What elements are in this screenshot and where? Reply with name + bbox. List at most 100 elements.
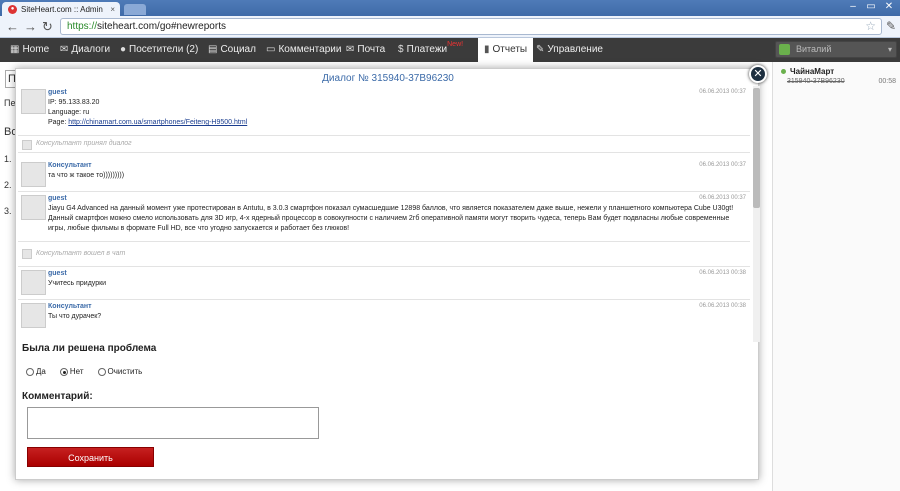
radio-clear[interactable]: Очистить	[97, 367, 143, 376]
chat-message: Консультант 06.06.2013 00:37 та что ж та…	[18, 159, 750, 192]
reports-chart-icon: ▮	[484, 44, 490, 55]
browser-tab[interactable]: ● SiteHeart.com :: Admin ×	[2, 2, 120, 16]
back-icon[interactable]: ←	[6, 19, 19, 34]
online-dot-icon	[781, 69, 786, 74]
close-icon[interactable]: ✕	[749, 65, 767, 83]
message-time: 06.06.2013 00:38	[699, 303, 746, 309]
radio-label: Очистить	[107, 367, 143, 376]
message-author: guest	[48, 89, 67, 96]
avatar	[21, 162, 46, 187]
menu-label: Посетители (2)	[129, 44, 199, 55]
radio-circle[interactable]	[59, 367, 68, 376]
radio-no[interactable]: Нет	[59, 367, 84, 376]
message-text: та что ж такое то)))))))))	[48, 172, 125, 179]
user-name: Виталий	[796, 44, 832, 54]
resolved-radio-group: Да Нет Очистить	[26, 367, 142, 376]
user-status-select[interactable]: Виталий ▾	[775, 41, 897, 58]
message-time: 06.06.2013 00:37	[699, 162, 746, 168]
chat-status-icon	[779, 44, 790, 55]
message-text: IP: 95.133.83.20 Language: ru Page: http…	[48, 98, 748, 128]
window-close-icon[interactable]: ✕	[882, 1, 896, 12]
new-tab-button[interactable]	[124, 4, 146, 15]
dialogs-icon: ✉	[60, 44, 69, 55]
chat-message: guest 06.06.2013 00:37 Jiayu G4 Advanced…	[18, 192, 750, 242]
menu-item-home[interactable]: ▦ Home	[10, 38, 49, 62]
menu-item-visitors[interactable]: ● Посетители (2)	[120, 38, 198, 62]
menu-item-management[interactable]: ✎ Управление	[536, 38, 603, 62]
menu-item-social[interactable]: ▤ Социал	[208, 38, 256, 62]
settings-wrench-icon[interactable]: ✎	[886, 19, 896, 33]
scrollbar-thumb[interactable]	[753, 88, 760, 208]
system-message: Консультант принял диалог	[18, 136, 750, 153]
minimize-icon[interactable]: –	[846, 1, 860, 12]
menu-label: Отчеты	[492, 44, 528, 55]
dialog-modal: Диалог № 315940-37B96230 ✕ guest 06.06.2…	[15, 65, 767, 480]
address-bar[interactable]: https://siteheart.com/go#newreports ☆	[60, 18, 882, 35]
menu-label: Home	[22, 44, 50, 55]
menu-item-comments[interactable]: ▭ Комментарии	[266, 38, 341, 62]
siteheart-favicon-icon: ●	[8, 4, 17, 14]
message-line: IP: 95.133.83.20	[48, 99, 100, 106]
chat-time: 00:58	[878, 78, 896, 85]
message-author: guest	[48, 195, 67, 202]
radio-yes[interactable]: Да	[26, 367, 46, 376]
system-icon	[22, 140, 32, 150]
comment-label: Комментарий:	[22, 391, 93, 402]
menu-item-dialogs[interactable]: ✉ Диалоги	[60, 38, 110, 62]
radio-circle[interactable]	[97, 367, 106, 376]
bg-text: Пе	[4, 98, 16, 108]
url-scheme: https://	[67, 21, 98, 32]
forward-icon[interactable]: →	[24, 19, 37, 34]
message-text: Ты что дурачек?	[48, 313, 102, 320]
page-link[interactable]: http://chinamart.com.ua/smartphones/Feit…	[68, 119, 247, 126]
message-author: Консультант	[48, 162, 92, 169]
menu-label: Почта	[357, 44, 386, 55]
address-toolbar: ← → ↻ https://siteheart.com/go#newreport…	[0, 16, 900, 38]
chat-list-item[interactable]: 315940-37B96230	[787, 78, 845, 85]
menu-label: Диалоги	[71, 44, 111, 55]
resolved-question: Была ли решена проблема	[22, 343, 157, 354]
chat-message: guest 06.06.2013 00:37 IP: 95.133.83.20 …	[18, 86, 750, 136]
tab-close-icon[interactable]: ×	[110, 5, 115, 14]
comment-textarea[interactable]	[27, 407, 319, 439]
chevron-down-icon: ▾	[887, 45, 892, 54]
avatar	[21, 303, 46, 328]
mail-icon: ✉	[346, 44, 355, 55]
message-text: Jiayu G4 Advanced на данный момент уже п…	[48, 205, 734, 232]
chat-message: Консультант 06.06.2013 00:38 Ты что дура…	[18, 300, 750, 342]
radio-label: Да	[36, 367, 46, 376]
wrench-icon: ✎	[536, 44, 545, 55]
visitors-icon: ●	[120, 44, 127, 55]
message-time: 06.06.2013 00:37	[699, 89, 746, 95]
new-badge: New!	[447, 41, 464, 48]
main-menu: ▦ Home ✉ Диалоги ● Посетители (2) ▤ Социал ▭…	[0, 38, 900, 62]
site-title: ЧайнаМарт	[781, 67, 834, 76]
dollar-icon: $	[398, 44, 404, 55]
menu-label: Управление	[547, 44, 603, 55]
avatar	[21, 270, 46, 295]
menu-item-mail[interactable]: ✉ Почта	[346, 38, 385, 62]
radio-label: Нет	[69, 367, 84, 376]
menu-label: Социал	[220, 44, 256, 55]
menu-label: Комментарии	[278, 44, 342, 55]
system-message: Консультант вошел в чат	[18, 242, 750, 267]
maximize-icon[interactable]: ▭	[864, 1, 878, 12]
comments-icon: ▭	[266, 44, 276, 55]
reload-icon[interactable]: ↻	[42, 19, 53, 35]
radio-circle[interactable]	[26, 367, 34, 376]
menu-item-payments[interactable]: $ ПлатежиNew!	[398, 38, 463, 62]
menu-label: Платежи	[406, 44, 448, 55]
social-icon: ▤	[208, 44, 218, 55]
menu-item-reports[interactable]: ▮ Отчеты	[478, 38, 534, 62]
chat-transcript[interactable]: guest 06.06.2013 00:37 IP: 95.133.83.20 …	[18, 86, 760, 342]
dialog-title: Диалог № 315940-37B96230	[322, 73, 454, 84]
bookmark-star-icon[interactable]: ☆	[865, 19, 876, 34]
browser-tabstrip: ● SiteHeart.com :: Admin × – ▭ ✕	[0, 0, 900, 16]
message-author: guest	[48, 270, 67, 277]
system-text: Консультант принял диалог	[36, 140, 132, 147]
save-button[interactable]: Сохранить	[27, 447, 154, 467]
home-icon: ▦	[10, 44, 20, 55]
site-name: ЧайнаМарт	[790, 67, 835, 76]
message-line: Language: ru	[48, 109, 90, 116]
active-chats-panel: ЧайнаМарт 315940-37B96230 00:58	[772, 62, 900, 491]
